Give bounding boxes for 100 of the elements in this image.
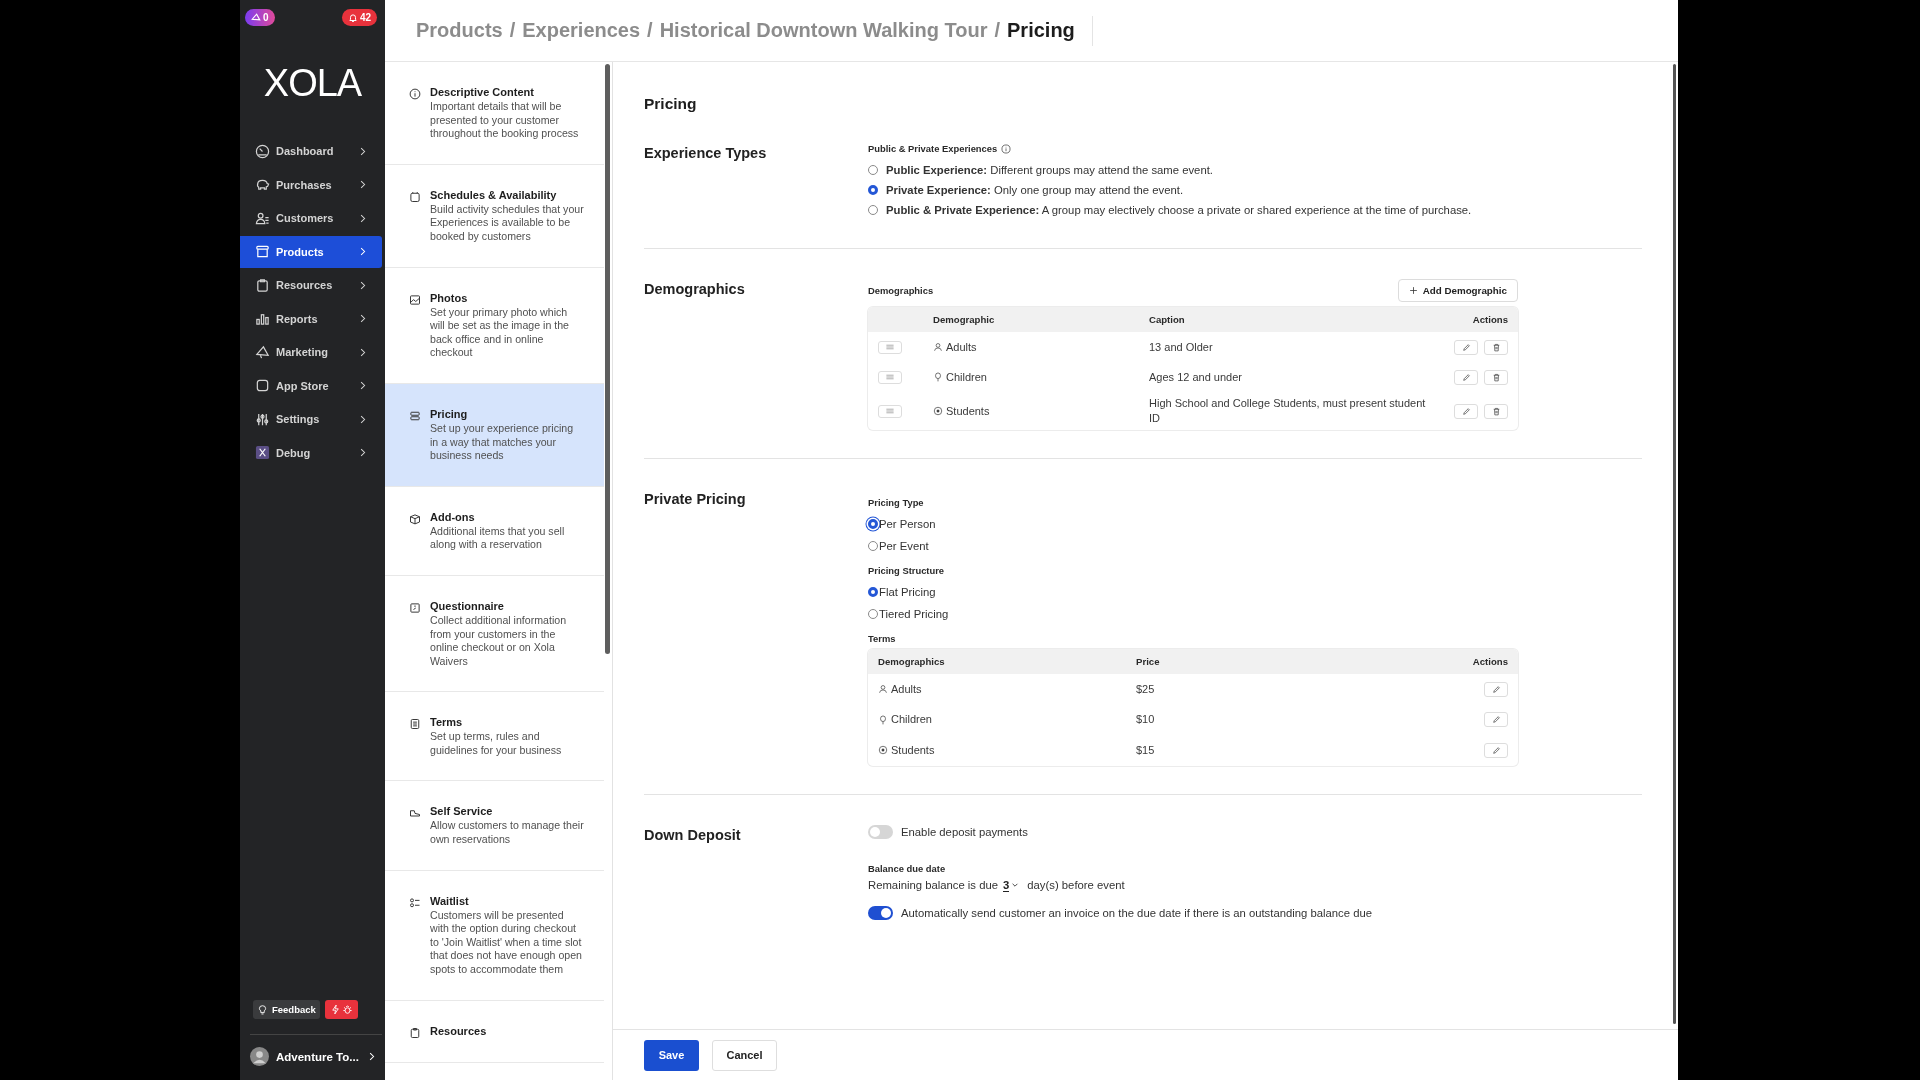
step-title: Descriptive Content	[430, 86, 535, 98]
radio-label: Public Experience: Different groups may attend the same event.	[886, 164, 1213, 176]
days-dropdown[interactable]: 3	[1003, 878, 1023, 892]
promo-badge[interactable]: 0	[245, 9, 275, 26]
step-description: Customers will be presented with the option during checkout to 'Join Waitlist' when a time slot that does not have enough open spots to accommodate them	[430, 908, 583, 977]
table-cell-text: $15	[1136, 742, 1156, 758]
person-icon	[878, 684, 888, 695]
section-heading: Private Pricing	[644, 491, 747, 509]
delete-button[interactable]	[1484, 339, 1508, 355]
radio-button[interactable]	[868, 609, 878, 619]
section-heading: Experience Types	[644, 145, 768, 163]
step-item[interactable]: Pricing Set up your experience pricing in a way that matches your business needs	[385, 383, 604, 487]
field-label: Balance due date	[868, 862, 947, 874]
step-description: Allow customers to manage their own reservations	[430, 819, 584, 847]
breadcrumb-separator: /	[647, 19, 653, 42]
radio-button[interactable]	[868, 519, 878, 529]
toggle-label: Automatically send customer an invoice on the due date if there is an outstanding balance due	[901, 906, 1372, 919]
table-cell-text: Children	[946, 369, 987, 385]
nav-item[interactable]: Products	[240, 235, 382, 268]
trash-icon	[1491, 406, 1501, 416]
table-cell-text: High School and College Students, must present student ID	[1149, 396, 1427, 426]
nav-item[interactable]: Customers	[240, 202, 382, 235]
column-header: Caption	[1149, 314, 1186, 325]
pencil-icon	[1491, 745, 1501, 755]
nav-item[interactable]: App Store	[240, 369, 382, 402]
toggle-switch[interactable]	[868, 905, 893, 920]
edit-button[interactable]	[1454, 339, 1478, 355]
bar-chart-icon	[255, 311, 270, 327]
balloon-icon	[878, 714, 888, 725]
field-label: Terms	[868, 633, 897, 644]
delete-button[interactable]	[1484, 369, 1508, 385]
list-icon	[409, 896, 421, 909]
radio-button[interactable]	[868, 587, 878, 597]
balloon-icon	[933, 372, 943, 382]
person-icon	[933, 342, 943, 352]
step-title: Waitlist	[430, 894, 470, 907]
nav-item[interactable]: Marketing	[240, 336, 382, 369]
add-demographic-button[interactable]: Add Demographic	[1397, 279, 1518, 302]
table-cell-text: Students	[946, 403, 990, 419]
field-label: Pricing Type	[868, 497, 925, 508]
breadcrumb-separator: /	[994, 19, 1000, 42]
caret-icon	[1011, 881, 1020, 889]
step-description: Additional items that you sell along with a reservation	[430, 524, 566, 552]
drag-handle[interactable]	[878, 340, 902, 354]
table-cell: Students	[891, 742, 935, 758]
notification-badge[interactable]: 42	[341, 9, 377, 26]
cancel-button[interactable]: Cancel	[712, 1039, 777, 1071]
pencil-icon	[1461, 406, 1471, 416]
square-icon	[255, 378, 270, 394]
step-title: Add-ons	[430, 510, 476, 523]
account-menu[interactable]: Adventure To...	[240, 1035, 385, 1080]
radio-label: Per Person	[879, 518, 936, 530]
sliders-icon	[255, 411, 270, 427]
delete-button[interactable]	[1484, 403, 1508, 419]
balance-text: Remaining balance is due	[868, 879, 998, 891]
radio-button[interactable]	[868, 185, 878, 195]
step-title: Resources	[430, 1024, 487, 1037]
save-button[interactable]: Save	[644, 1039, 699, 1071]
feedback-button[interactable]: Feedback	[253, 1000, 320, 1019]
table-cell-text: Adults	[946, 339, 977, 355]
drag-handle[interactable]	[878, 404, 902, 418]
toggle-label: Enable deposit payments	[901, 825, 1028, 838]
radio-label: Flat Pricing	[879, 586, 936, 598]
column-header: Demographics	[878, 656, 946, 667]
column-header: Demographic	[933, 314, 996, 325]
table-cell: Adults	[891, 681, 922, 697]
step-description: Build activity schedules that your Experiences is available to be booked by customers	[430, 202, 584, 244]
bug-report-button[interactable]	[324, 1000, 358, 1019]
nav-item[interactable]: Settings	[240, 403, 382, 436]
nav-item[interactable]: Resources	[240, 269, 382, 302]
toggle-switch[interactable]	[868, 824, 893, 839]
table-cell-text: 13 and Older	[1149, 339, 1214, 355]
table-cell-text: $25	[1136, 681, 1156, 697]
breadcrumb-current: Pricing	[1007, 19, 1075, 42]
edit-button[interactable]	[1484, 681, 1508, 697]
radio-button[interactable]	[868, 205, 878, 215]
edit-button[interactable]	[1484, 742, 1508, 758]
table-cell-text: $10	[1136, 712, 1156, 728]
radio-button[interactable]	[868, 165, 878, 175]
people-icon	[255, 210, 270, 226]
edit-button[interactable]	[1484, 712, 1508, 728]
step-title: Photos	[430, 291, 469, 304]
step-title: Pricing	[430, 407, 469, 420]
radio-button[interactable]	[868, 541, 878, 551]
edit-button[interactable]	[1454, 403, 1478, 419]
trash-icon	[1491, 342, 1501, 352]
drag-handle[interactable]	[878, 370, 902, 384]
radio-label: Tiered Pricing	[879, 608, 949, 620]
lines-icon	[885, 344, 895, 350]
nav-item[interactable]: Reports	[240, 302, 382, 335]
edit-button[interactable]	[1454, 369, 1478, 385]
step-description: Set your primary photo which will be set as the image in the back office and in online checkout	[430, 305, 570, 360]
bell-icon	[347, 12, 358, 23]
nav-item[interactable]: Dashboard	[240, 135, 382, 168]
breadcrumb-separator: /	[509, 19, 516, 42]
image-icon	[409, 293, 421, 306]
package-icon	[409, 512, 421, 525]
nav-item[interactable]: Debug	[240, 436, 382, 469]
nav-item[interactable]: Purchases	[240, 168, 382, 201]
lines-icon	[885, 374, 895, 380]
